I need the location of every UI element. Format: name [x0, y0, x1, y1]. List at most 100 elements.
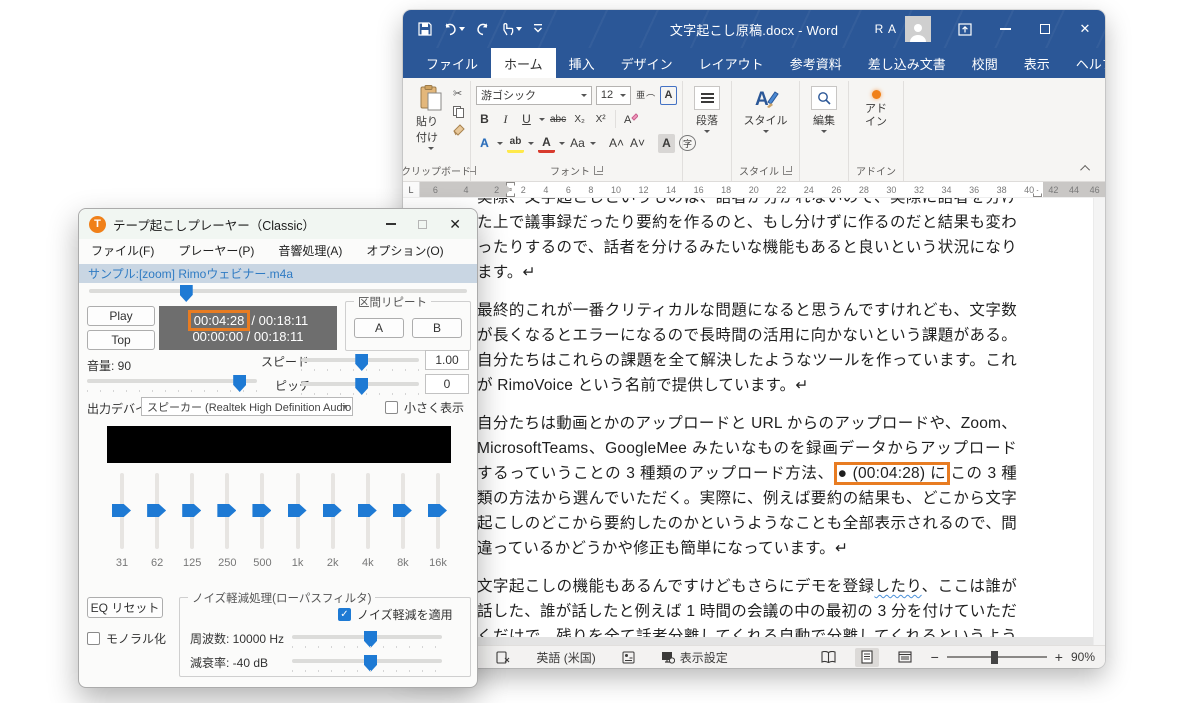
cut-button[interactable]: ✂ [453, 87, 465, 100]
close-button[interactable]: ✕ [1065, 10, 1105, 48]
touch-mode-caret[interactable] [516, 27, 522, 31]
eq-slider-thumb[interactable] [288, 504, 307, 517]
editing-caret[interactable] [821, 130, 827, 133]
copy-button[interactable] [453, 106, 465, 118]
styles-dialog-launcher[interactable] [783, 166, 792, 175]
ribbon-display-options-button[interactable] [945, 10, 985, 48]
display-settings[interactable]: 表示設定 [661, 649, 728, 666]
paragraph[interactable]: 自分たちは動画とかのアップロードと URL からのアップロードや、Zoom、Mi… [477, 411, 1017, 561]
tab-layout[interactable]: レイアウト [686, 48, 777, 78]
highlight-color-button[interactable]: ab [507, 134, 524, 153]
eq-band[interactable]: 4k [355, 471, 381, 571]
minimize-button[interactable] [985, 10, 1025, 48]
redo-button[interactable] [476, 23, 490, 36]
eq-reset-button[interactable]: EQ リセット [87, 597, 163, 618]
font-name-select[interactable]: 游ゴシック [476, 86, 592, 105]
eq-slider-thumb[interactable] [323, 504, 342, 517]
tab-help[interactable]: ヘルプ [1063, 48, 1105, 78]
underline-caret[interactable] [539, 118, 545, 121]
eq-slider-track[interactable] [436, 473, 440, 549]
language-status[interactable]: 英語 (米国) [536, 649, 595, 666]
paragraph[interactable]: 最終的これが一番クリティカルな問題になると思うんですけれども、文字数が長くなると… [477, 298, 1017, 398]
mono-checkbox[interactable] [87, 632, 100, 645]
eq-slider-track[interactable] [401, 473, 405, 549]
player-maximize-button[interactable] [418, 220, 427, 229]
strikethrough-button[interactable]: abc [549, 110, 567, 129]
styles-caret[interactable] [763, 130, 769, 133]
save-icon[interactable] [418, 22, 432, 36]
read-mode-button[interactable] [817, 648, 841, 667]
eq-slider-thumb[interactable] [112, 504, 131, 517]
font-dialog-launcher[interactable] [594, 166, 603, 175]
mono-option[interactable]: モノラル化 [87, 630, 166, 647]
tab-references[interactable]: 参考資料 [777, 48, 855, 78]
tab-review[interactable]: 校閲 [959, 48, 1011, 78]
web-layout-button[interactable] [893, 648, 917, 667]
eq-slider-track[interactable] [120, 473, 124, 549]
font-size-select[interactable]: 12 [596, 86, 631, 105]
eq-slider-thumb[interactable] [147, 504, 166, 517]
eq-slider-track[interactable] [260, 473, 264, 549]
user-initials[interactable]: R A [875, 22, 897, 36]
volume-slider[interactable] [87, 379, 257, 383]
maximize-button[interactable] [1025, 10, 1065, 48]
paste-button[interactable]: 貼り付け [412, 83, 449, 152]
tab-home[interactable]: ホーム [491, 48, 556, 78]
vertical-scrollbar[interactable] [1093, 198, 1105, 645]
zoom-percentage[interactable]: 90% [1071, 650, 1095, 664]
eq-slider-thumb[interactable] [393, 504, 412, 517]
font-color-button[interactable]: A [538, 134, 555, 153]
collapse-ribbon-button[interactable] [1079, 161, 1093, 175]
speed-value[interactable]: 1.00 [425, 350, 469, 370]
noise-apply-checkbox[interactable]: ✓ [338, 608, 351, 621]
change-case-button[interactable]: Aa [569, 134, 586, 153]
eq-slider-track[interactable] [296, 473, 300, 549]
attenuation-slider[interactable] [292, 659, 442, 663]
small-view-checkbox[interactable] [385, 401, 398, 414]
superscript-button[interactable]: X² [592, 110, 609, 129]
tab-insert[interactable]: 挿入 [556, 48, 608, 78]
proofing-errors-icon[interactable] [496, 651, 510, 664]
format-painter-button[interactable] [453, 124, 465, 136]
eq-band[interactable]: 2k [320, 471, 346, 571]
eq-band[interactable]: 125 [179, 471, 205, 571]
eq-slider-track[interactable] [366, 473, 370, 549]
eq-band[interactable]: 8k [390, 471, 416, 571]
paragraph[interactable]: 文字起こしの機能もあるんですけどもさらにデモを登録したり、ここは誰が話した、誰が… [477, 574, 1017, 645]
eq-band[interactable]: 500 [249, 471, 275, 571]
output-device-select[interactable]: スピーカー (Realtek High Definition Audio(SST [141, 397, 353, 416]
noise-apply-option[interactable]: ✓ ノイズ軽減を適用 [338, 606, 453, 623]
menu-item[interactable]: プレーヤー(P) [178, 242, 254, 259]
pitch-slider[interactable] [301, 382, 419, 386]
document-text[interactable]: 実際、文字起こしというものは、話者が分かれないので、実際に話者を分けた上で議事録… [477, 198, 1017, 645]
document-area[interactable]: 実際、文字起こしというものは、話者が分かれないので、実際に話者を分けた上で議事録… [403, 198, 1105, 645]
paragraph-caret[interactable] [704, 130, 710, 133]
tab-file[interactable]: ファイル [413, 48, 491, 78]
text-effects-button[interactable]: A [476, 134, 493, 153]
eq-band[interactable]: 1k [285, 471, 311, 571]
speed-slider[interactable] [301, 358, 419, 362]
seek-thumb[interactable] [180, 285, 193, 302]
menu-item[interactable]: オプション(O) [366, 242, 443, 259]
paste-caret[interactable] [428, 147, 434, 150]
phonetic-eraser-button[interactable]: A [622, 110, 639, 129]
shrink-font-button[interactable]: A˅ [629, 134, 646, 153]
eq-band[interactable]: 31 [109, 471, 135, 571]
addins-button[interactable]: アド イン [854, 83, 898, 132]
play-button[interactable]: Play [87, 306, 155, 326]
zoom-slider-thumb[interactable] [991, 651, 998, 664]
underline-button[interactable]: U [518, 110, 535, 129]
menu-item[interactable]: ファイル(F) [91, 242, 154, 259]
small-view-option[interactable]: 小さく表示 [385, 399, 464, 416]
bold-button[interactable]: B [476, 110, 493, 129]
qat-overflow-button[interactable] [533, 23, 543, 35]
undo-button[interactable] [443, 23, 465, 36]
eq-slider-track[interactable] [190, 473, 194, 549]
font-color-caret[interactable] [559, 142, 565, 145]
eq-slider-thumb[interactable] [428, 504, 447, 517]
repeat-a-button[interactable]: A [354, 318, 404, 338]
player-close-button[interactable]: ✕ [449, 217, 461, 231]
eq-slider-thumb[interactable] [217, 504, 236, 517]
top-button[interactable]: Top [87, 330, 155, 350]
tab-stop-selector[interactable]: L [403, 182, 420, 197]
